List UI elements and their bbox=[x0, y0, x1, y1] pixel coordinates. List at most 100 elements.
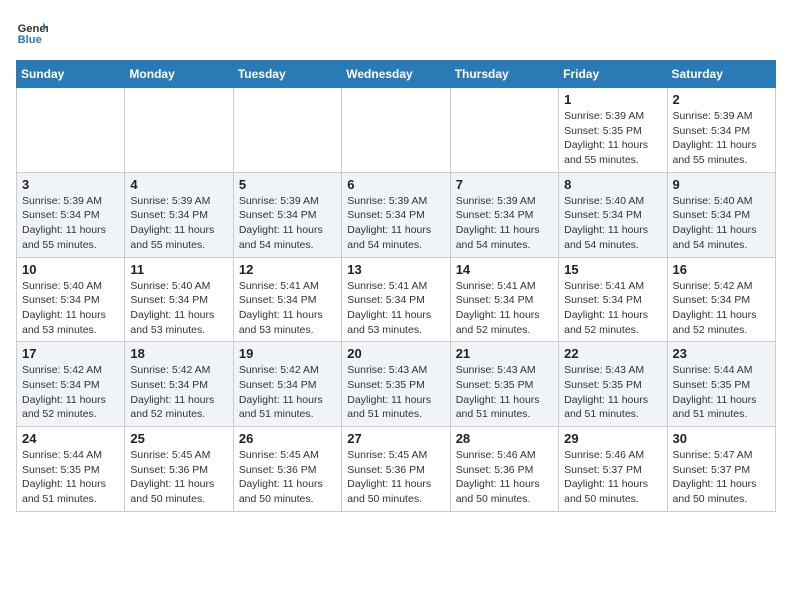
day-number: 24 bbox=[22, 431, 119, 446]
day-number: 17 bbox=[22, 346, 119, 361]
day-info: Sunrise: 5:47 AM Sunset: 5:37 PM Dayligh… bbox=[673, 448, 770, 507]
day-number: 22 bbox=[564, 346, 661, 361]
calendar-cell bbox=[233, 88, 341, 173]
day-info: Sunrise: 5:41 AM Sunset: 5:34 PM Dayligh… bbox=[456, 279, 553, 338]
day-number: 3 bbox=[22, 177, 119, 192]
calendar-week-row: 1 Sunrise: 5:39 AM Sunset: 5:35 PM Daylig… bbox=[17, 88, 776, 173]
calendar-cell: 30 Sunrise: 5:47 AM Sunset: 5:37 PM Dayli… bbox=[667, 427, 775, 512]
day-number: 10 bbox=[22, 262, 119, 277]
day-info: Sunrise: 5:43 AM Sunset: 5:35 PM Dayligh… bbox=[564, 363, 661, 422]
day-info: Sunrise: 5:41 AM Sunset: 5:34 PM Dayligh… bbox=[564, 279, 661, 338]
day-number: 13 bbox=[347, 262, 444, 277]
weekday-header: Thursday bbox=[450, 61, 558, 88]
day-info: Sunrise: 5:40 AM Sunset: 5:34 PM Dayligh… bbox=[130, 279, 227, 338]
calendar-cell bbox=[450, 88, 558, 173]
day-number: 16 bbox=[673, 262, 770, 277]
calendar-cell: 25 Sunrise: 5:45 AM Sunset: 5:36 PM Dayli… bbox=[125, 427, 233, 512]
day-number: 30 bbox=[673, 431, 770, 446]
calendar-week-row: 17 Sunrise: 5:42 AM Sunset: 5:34 PM Dayli… bbox=[17, 342, 776, 427]
weekday-header: Wednesday bbox=[342, 61, 450, 88]
day-number: 19 bbox=[239, 346, 336, 361]
calendar-cell: 3 Sunrise: 5:39 AM Sunset: 5:34 PM Daylig… bbox=[17, 172, 125, 257]
calendar-cell: 7 Sunrise: 5:39 AM Sunset: 5:34 PM Daylig… bbox=[450, 172, 558, 257]
calendar-cell: 20 Sunrise: 5:43 AM Sunset: 5:35 PM Dayli… bbox=[342, 342, 450, 427]
day-info: Sunrise: 5:41 AM Sunset: 5:34 PM Dayligh… bbox=[239, 279, 336, 338]
calendar-cell bbox=[125, 88, 233, 173]
calendar-cell: 9 Sunrise: 5:40 AM Sunset: 5:34 PM Daylig… bbox=[667, 172, 775, 257]
day-info: Sunrise: 5:45 AM Sunset: 5:36 PM Dayligh… bbox=[239, 448, 336, 507]
calendar-cell: 10Sunrise: 5:40 AM Sunset: 5:34 PM Dayli… bbox=[17, 257, 125, 342]
day-number: 9 bbox=[673, 177, 770, 192]
day-number: 11 bbox=[130, 262, 227, 277]
calendar-cell bbox=[342, 88, 450, 173]
calendar-cell: 11 Sunrise: 5:40 AM Sunset: 5:34 PM Dayli… bbox=[125, 257, 233, 342]
calendar-cell: 6 Sunrise: 5:39 AM Sunset: 5:34 PM Daylig… bbox=[342, 172, 450, 257]
day-number: 26 bbox=[239, 431, 336, 446]
day-number: 14 bbox=[456, 262, 553, 277]
day-number: 7 bbox=[456, 177, 553, 192]
day-number: 15 bbox=[564, 262, 661, 277]
day-info: Sunrise: 5:39 AM Sunset: 5:34 PM Dayligh… bbox=[239, 194, 336, 253]
day-info: Sunrise: 5:40 AM Sunset: 5:34 PM Dayligh… bbox=[673, 194, 770, 253]
calendar-cell: 27 Sunrise: 5:45 AM Sunset: 5:36 PM Dayli… bbox=[342, 427, 450, 512]
day-number: 29 bbox=[564, 431, 661, 446]
day-info: Sunrise: 5:43 AM Sunset: 5:35 PM Dayligh… bbox=[456, 363, 553, 422]
day-number: 1 bbox=[564, 92, 661, 107]
svg-text:Blue: Blue bbox=[18, 34, 42, 46]
day-info: Sunrise: 5:45 AM Sunset: 5:36 PM Dayligh… bbox=[130, 448, 227, 507]
calendar-cell: 29Sunrise: 5:46 AM Sunset: 5:37 PM Dayli… bbox=[559, 427, 667, 512]
day-info: Sunrise: 5:40 AM Sunset: 5:34 PM Dayligh… bbox=[564, 194, 661, 253]
day-number: 27 bbox=[347, 431, 444, 446]
day-number: 2 bbox=[673, 92, 770, 107]
day-info: Sunrise: 5:43 AM Sunset: 5:35 PM Dayligh… bbox=[347, 363, 444, 422]
calendar-cell: 16Sunrise: 5:42 AM Sunset: 5:34 PM Dayli… bbox=[667, 257, 775, 342]
day-info: Sunrise: 5:39 AM Sunset: 5:34 PM Dayligh… bbox=[456, 194, 553, 253]
day-number: 4 bbox=[130, 177, 227, 192]
calendar-table: SundayMondayTuesdayWednesdayThursdayFrid… bbox=[16, 60, 776, 512]
calendar-cell: 15 Sunrise: 5:41 AM Sunset: 5:34 PM Dayli… bbox=[559, 257, 667, 342]
day-number: 28 bbox=[456, 431, 553, 446]
day-number: 25 bbox=[130, 431, 227, 446]
logo: General Blue bbox=[16, 16, 52, 48]
day-number: 20 bbox=[347, 346, 444, 361]
day-info: Sunrise: 5:39 AM Sunset: 5:34 PM Dayligh… bbox=[673, 109, 770, 168]
day-number: 5 bbox=[239, 177, 336, 192]
day-info: Sunrise: 5:39 AM Sunset: 5:35 PM Dayligh… bbox=[564, 109, 661, 168]
weekday-header: Friday bbox=[559, 61, 667, 88]
calendar-cell: 12Sunrise: 5:41 AM Sunset: 5:34 PM Dayli… bbox=[233, 257, 341, 342]
day-info: Sunrise: 5:39 AM Sunset: 5:34 PM Dayligh… bbox=[347, 194, 444, 253]
day-info: Sunrise: 5:45 AM Sunset: 5:36 PM Dayligh… bbox=[347, 448, 444, 507]
day-number: 21 bbox=[456, 346, 553, 361]
calendar-cell: 24 Sunrise: 5:44 AM Sunset: 5:35 PM Dayli… bbox=[17, 427, 125, 512]
calendar-cell: 14 Sunrise: 5:41 AM Sunset: 5:34 PM Dayli… bbox=[450, 257, 558, 342]
day-info: Sunrise: 5:42 AM Sunset: 5:34 PM Dayligh… bbox=[239, 363, 336, 422]
day-info: Sunrise: 5:42 AM Sunset: 5:34 PM Dayligh… bbox=[130, 363, 227, 422]
weekday-header: Tuesday bbox=[233, 61, 341, 88]
calendar-cell: 13Sunrise: 5:41 AM Sunset: 5:34 PM Dayli… bbox=[342, 257, 450, 342]
calendar-week-row: 24 Sunrise: 5:44 AM Sunset: 5:35 PM Dayli… bbox=[17, 427, 776, 512]
day-number: 6 bbox=[347, 177, 444, 192]
calendar-cell bbox=[17, 88, 125, 173]
weekday-header: Saturday bbox=[667, 61, 775, 88]
day-info: Sunrise: 5:39 AM Sunset: 5:34 PM Dayligh… bbox=[22, 194, 119, 253]
calendar-week-row: 3 Sunrise: 5:39 AM Sunset: 5:34 PM Daylig… bbox=[17, 172, 776, 257]
calendar-cell: 28 Sunrise: 5:46 AM Sunset: 5:36 PM Dayli… bbox=[450, 427, 558, 512]
calendar-cell: 23Sunrise: 5:44 AM Sunset: 5:35 PM Dayli… bbox=[667, 342, 775, 427]
calendar-week-row: 10 Sunrise: 5:40 AM Sunset: 5:34 PM Dayli… bbox=[17, 257, 776, 342]
calendar-cell: 8 Sunrise: 5:40 AM Sunset: 5:34 PM Daylig… bbox=[559, 172, 667, 257]
calendar-cell: 17Sunrise: 5:42 AM Sunset: 5:34 PM Dayli… bbox=[17, 342, 125, 427]
day-number: 8 bbox=[564, 177, 661, 192]
day-info: Sunrise: 5:46 AM Sunset: 5:36 PM Dayligh… bbox=[456, 448, 553, 507]
calendar-cell: 4 Sunrise: 5:39 AM Sunset: 5:34 PM Daylig… bbox=[125, 172, 233, 257]
day-info: Sunrise: 5:44 AM Sunset: 5:35 PM Dayligh… bbox=[673, 363, 770, 422]
day-info: Sunrise: 5:39 AM Sunset: 5:34 PM Dayligh… bbox=[130, 194, 227, 253]
weekday-header: Monday bbox=[125, 61, 233, 88]
calendar-cell: 26 Sunrise: 5:45 AM Sunset: 5:36 PM Dayli… bbox=[233, 427, 341, 512]
calendar-cell: 18Sunrise: 5:42 AM Sunset: 5:34 PM Dayli… bbox=[125, 342, 233, 427]
calendar-header-row: SundayMondayTuesdayWednesdayThursdayFrid… bbox=[17, 61, 776, 88]
calendar-cell: 21 Sunrise: 5:43 AM Sunset: 5:35 PM Dayli… bbox=[450, 342, 558, 427]
calendar-cell: 1 Sunrise: 5:39 AM Sunset: 5:35 PM Daylig… bbox=[559, 88, 667, 173]
calendar-cell: 19 Sunrise: 5:42 AM Sunset: 5:34 PM Dayli… bbox=[233, 342, 341, 427]
day-info: Sunrise: 5:44 AM Sunset: 5:35 PM Dayligh… bbox=[22, 448, 119, 507]
weekday-header: Sunday bbox=[17, 61, 125, 88]
